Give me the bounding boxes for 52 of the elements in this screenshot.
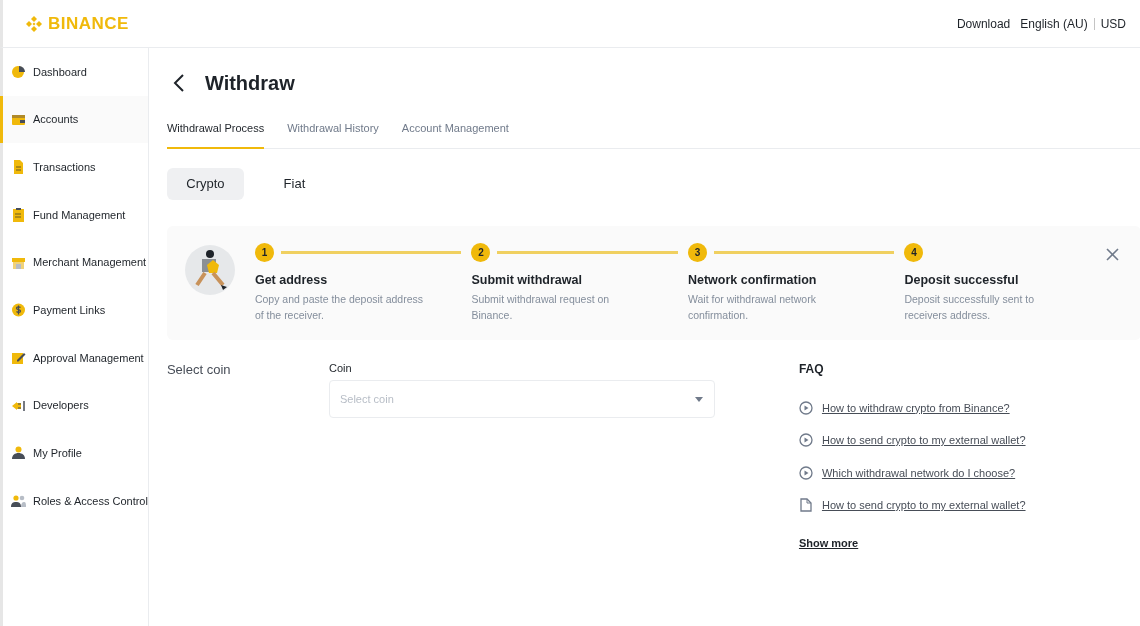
step-number: 3 <box>687 242 707 262</box>
step-description: Copy and paste the deposit address of the receiver. <box>254 292 425 324</box>
header-link[interactable]: English (AU) <box>1020 14 1088 33</box>
people-icon <box>11 493 26 510</box>
step-description: Submit withdrawal request on Binance. <box>471 292 611 324</box>
logo-icon <box>25 14 43 33</box>
play-circle-icon <box>798 400 813 415</box>
tab[interactable]: Withdrawal History <box>287 120 379 149</box>
person-icon <box>11 445 26 462</box>
pie-chart-icon <box>11 63 26 80</box>
step-number: 4 <box>904 242 924 262</box>
close-icon[interactable] <box>1105 247 1119 261</box>
document-icon <box>798 498 813 513</box>
coin-select[interactable]: Select coin <box>328 380 715 418</box>
clipboard-icon <box>11 206 26 223</box>
step-number: 2 <box>471 242 491 262</box>
section-label: Select coin <box>166 360 232 379</box>
header-link[interactable]: Download <box>956 14 1011 33</box>
sidebar-item[interactable]: Payment Links <box>3 286 148 335</box>
page-title: Withdraw <box>204 71 295 96</box>
step-title: Get address <box>254 271 329 289</box>
sidebar-item[interactable]: Merchant Management <box>3 238 148 287</box>
sidebar-item[interactable]: Fund Management <box>3 191 148 239</box>
sidebar-item[interactable]: Roles & Access Control <box>3 477 148 525</box>
sidebar-item[interactable]: Dashboard <box>3 48 148 96</box>
play-circle-icon <box>798 465 813 480</box>
faq-heading: FAQ <box>798 360 825 378</box>
tab[interactable]: Account Management <box>401 120 509 149</box>
segment-tab[interactable]: Crypto <box>166 167 244 200</box>
header-link[interactable]: USD <box>1100 14 1126 33</box>
field-label: Coin <box>328 360 353 376</box>
faq-link[interactable]: How to withdraw crypto from Binance? <box>821 399 1010 416</box>
tab[interactable]: Withdrawal Process <box>166 120 265 149</box>
step-title: Deposit successful <box>904 271 1020 289</box>
sidebar-item[interactable]: Transactions <box>3 143 148 192</box>
step-description: Deposit successfully sent to receivers address. <box>904 292 1035 324</box>
sidebar-item[interactable]: Accounts <box>0 95 148 144</box>
caret-icon <box>694 397 703 402</box>
document-icon <box>11 159 26 176</box>
play-circle-icon <box>798 433 813 448</box>
step-title: Network confirmation <box>687 271 818 289</box>
sidebar-item[interactable]: My Profile <box>3 429 148 478</box>
faq-link[interactable]: Which withdrawal network do I choose? <box>821 464 1016 481</box>
step-title: Submit withdrawal <box>471 271 583 289</box>
show-more-link[interactable]: Show more <box>798 534 859 551</box>
sidebar-item[interactable]: Developers <box>3 381 148 430</box>
faq-link[interactable]: How to send crypto to my external wallet? <box>821 497 1026 514</box>
faq-link[interactable]: How to send crypto to my external wallet? <box>821 432 1026 449</box>
sidebar-item[interactable]: Approval Management <box>3 334 148 382</box>
dollar-coin-icon <box>11 302 26 319</box>
step-description: Wait for withdrawal network confirmation. <box>687 292 817 324</box>
step-number: 1 <box>254 242 274 262</box>
